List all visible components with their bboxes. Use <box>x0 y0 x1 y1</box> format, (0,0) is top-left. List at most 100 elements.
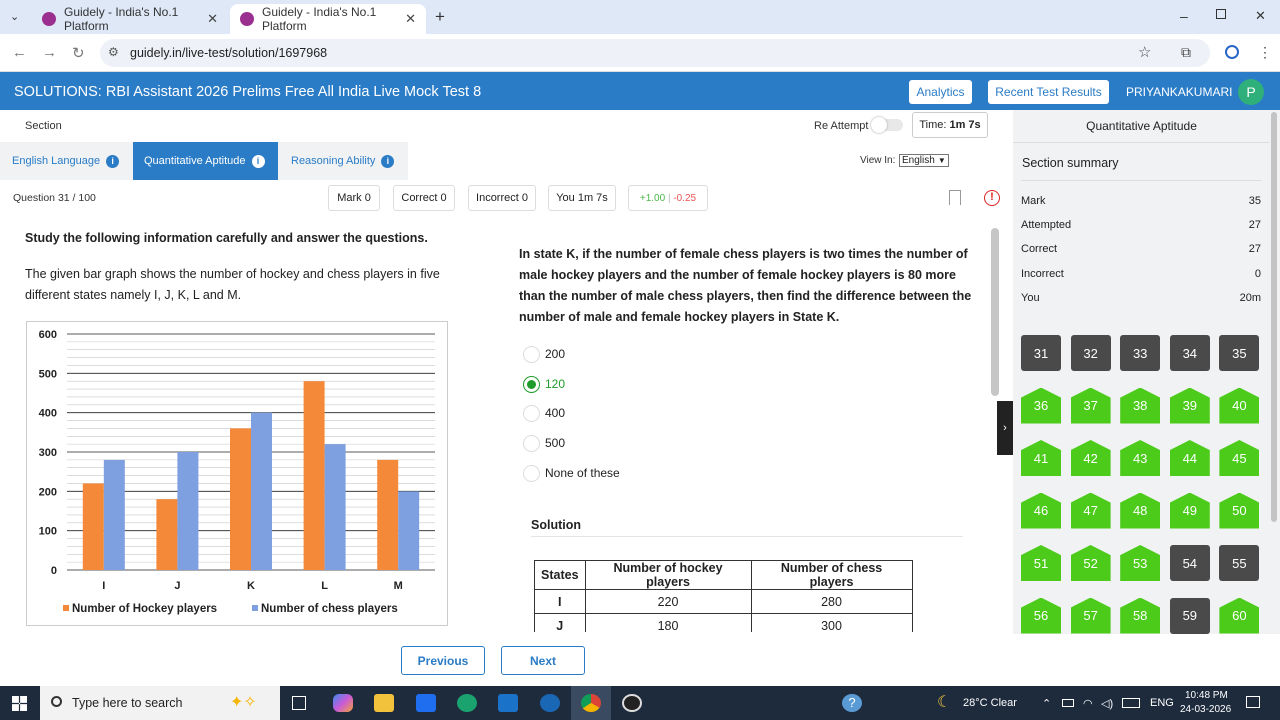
notification-icon[interactable] <box>1246 696 1260 708</box>
question-palette-button[interactable]: 55 <box>1219 545 1260 581</box>
collapse-panel-button[interactable]: › <box>997 401 1013 455</box>
back-icon[interactable]: ← <box>12 44 27 61</box>
question-palette-button[interactable]: 37 <box>1070 387 1111 424</box>
help-icon[interactable]: ? <box>842 694 862 712</box>
question-palette-button[interactable]: 56 <box>1021 597 1061 634</box>
question-palette-button[interactable]: 31 <box>1021 335 1061 371</box>
question-palette-button[interactable]: 52 <box>1070 545 1111 581</box>
question-palette-button[interactable]: 57 <box>1070 597 1111 634</box>
clock-time[interactable]: 10:48 PM <box>1185 690 1228 701</box>
question-palette-button[interactable]: 46 <box>1021 492 1061 529</box>
summary-row-incorrect: Incorrect 0 <box>1021 268 1261 280</box>
keyboard-icon[interactable] <box>1122 698 1140 708</box>
tab-reasoning-ability[interactable]: Reasoning Ability i <box>279 142 408 180</box>
language-select[interactable]: English ▼ <box>899 154 949 167</box>
question-palette-button[interactable]: 50 <box>1219 492 1260 529</box>
bookmark-icon[interactable] <box>949 190 961 205</box>
language-indicator[interactable]: ENG <box>1150 697 1174 709</box>
reattempt-toggle[interactable] <box>871 117 903 133</box>
question-palette-button[interactable]: 36 <box>1021 387 1061 424</box>
tab-search-button[interactable]: ⌄ <box>10 10 19 23</box>
question-palette-button[interactable]: 54 <box>1169 545 1210 581</box>
content-scrollbar[interactable] <box>991 228 999 396</box>
question-palette-button[interactable]: 58 <box>1120 597 1161 634</box>
question-palette-button[interactable]: 44 <box>1169 440 1210 476</box>
browser-tab-2[interactable]: Guidely - India's No.1 Platform ✕ <box>230 4 426 34</box>
next-button[interactable]: Next <box>501 646 585 675</box>
site-info-icon[interactable]: ⚙ <box>108 45 119 59</box>
edge-icon[interactable] <box>457 694 477 712</box>
close-tab-icon[interactable]: ✕ <box>405 11 416 27</box>
dropbox-icon[interactable] <box>416 694 436 712</box>
clock-date[interactable]: 24-03-2026 <box>1180 704 1231 715</box>
tray-chevron-up-icon[interactable]: ⌃ <box>1042 697 1051 710</box>
question-palette-button[interactable]: 59 <box>1169 597 1210 634</box>
weather-text[interactable]: 28°C Clear <box>963 697 1017 709</box>
option-2[interactable]: 120 <box>523 374 565 394</box>
question-palette-button[interactable]: 45 <box>1219 440 1260 476</box>
info-icon[interactable]: i <box>106 154 120 168</box>
radio-button[interactable] <box>523 404 540 422</box>
radio-button[interactable] <box>523 434 540 452</box>
avatar[interactable]: P <box>1238 79 1264 105</box>
reload-icon[interactable]: ↻ <box>72 44 85 62</box>
question-palette-button[interactable]: 49 <box>1169 492 1210 529</box>
url-field[interactable]: guidely.in/live-test/solution/1697968 <box>100 39 1210 67</box>
question-palette-button[interactable]: 43 <box>1120 440 1161 476</box>
radio-button[interactable] <box>523 464 540 482</box>
question-palette-button[interactable]: 48 <box>1120 492 1161 529</box>
sparkle-icon[interactable]: ✦✧ <box>230 692 257 712</box>
question-palette-button[interactable]: 60 <box>1219 597 1260 634</box>
question-palette-button[interactable]: 35 <box>1219 335 1260 371</box>
tab-english-language[interactable]: English Language i <box>0 142 132 180</box>
copilot-icon[interactable] <box>333 694 353 712</box>
question-palette-button[interactable]: 47 <box>1070 492 1111 529</box>
question-palette-button[interactable]: 51 <box>1021 545 1061 581</box>
bar-chess-M <box>398 491 420 570</box>
question-palette-button[interactable]: 40 <box>1219 387 1260 424</box>
panel-scrollbar[interactable] <box>1271 112 1277 522</box>
question-palette-button[interactable]: 41 <box>1021 440 1061 476</box>
option-1[interactable]: 200 <box>523 344 565 364</box>
x-tick-label: M <box>394 580 403 592</box>
extensions-icon[interactable]: ⧉ <box>1181 44 1191 61</box>
tab-quantitative-aptitude[interactable]: Quantitative Aptitude i <box>133 142 278 180</box>
recent-test-results-button[interactable]: Recent Test Results <box>988 80 1109 104</box>
report-icon[interactable]: ! <box>984 190 1000 206</box>
question-palette-button[interactable]: 34 <box>1169 335 1210 371</box>
option-3[interactable]: 400 <box>523 403 565 423</box>
option-4[interactable]: 500 <box>523 433 565 453</box>
battery-icon[interactable] <box>1062 699 1074 707</box>
forward-icon[interactable]: → <box>42 44 57 61</box>
app-icon[interactable] <box>622 694 642 712</box>
bookmark-star-icon[interactable]: ☆ <box>1138 43 1151 61</box>
option-5[interactable]: None of these <box>523 463 620 483</box>
network-icon[interactable]: ◠ <box>1083 697 1093 710</box>
question-palette-button[interactable]: 32 <box>1070 335 1111 371</box>
analytics-button[interactable]: Analytics <box>909 80 972 104</box>
profile-icon[interactable] <box>1225 45 1239 59</box>
question-palette-button[interactable]: 42 <box>1070 440 1111 476</box>
browser-tab-1[interactable]: Guidely - India's No.1 Platform ✕ <box>32 4 228 34</box>
radio-button-selected[interactable] <box>523 375 540 393</box>
question-palette-button[interactable]: 53 <box>1120 545 1161 581</box>
info-icon[interactable]: i <box>251 154 265 168</box>
file-explorer-icon[interactable] <box>374 694 394 712</box>
question-palette-button[interactable]: 38 <box>1120 387 1161 424</box>
radio-button[interactable] <box>523 345 540 363</box>
maximize-icon[interactable] <box>1216 9 1226 19</box>
question-palette-button[interactable]: 39 <box>1169 387 1210 424</box>
volume-icon[interactable]: ◁) <box>1101 697 1113 710</box>
task-view-icon[interactable] <box>292 696 306 710</box>
close-tab-icon[interactable]: ✕ <box>207 11 218 27</box>
hp-icon[interactable] <box>540 694 560 712</box>
info-icon[interactable]: i <box>381 154 395 168</box>
minimize-icon[interactable]: – <box>1180 8 1188 24</box>
chrome-icon[interactable] <box>581 694 601 712</box>
browser-menu-icon[interactable]: ⋮ <box>1258 44 1272 61</box>
outlook-icon[interactable] <box>498 694 518 712</box>
new-tab-icon[interactable]: + <box>435 7 445 27</box>
close-window-icon[interactable]: ✕ <box>1255 8 1266 24</box>
previous-button[interactable]: Previous <box>401 646 485 675</box>
question-palette-button[interactable]: 33 <box>1120 335 1161 371</box>
